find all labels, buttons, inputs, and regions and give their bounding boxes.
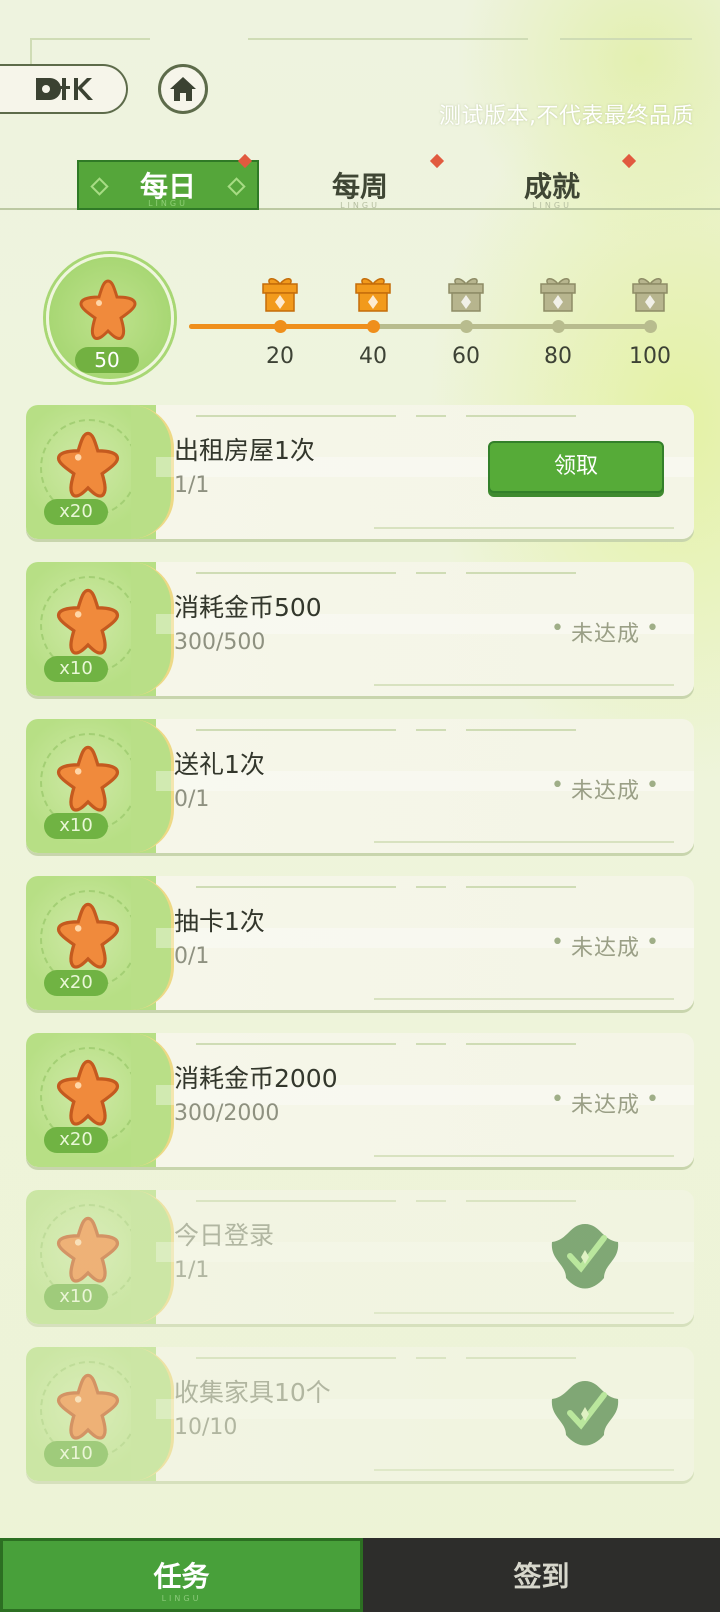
card-decor bbox=[156, 1041, 576, 1047]
milestone-label: 40 bbox=[359, 344, 387, 369]
task-progress: 300/2000 bbox=[174, 1101, 280, 1126]
status-incomplete: 未达成 bbox=[551, 616, 660, 648]
reward-multiplier: x10 bbox=[44, 1441, 108, 1467]
activity-points-medal: 50 bbox=[46, 254, 174, 382]
tab-label: 每周 bbox=[331, 170, 388, 203]
decor-line bbox=[30, 38, 150, 40]
star-icon bbox=[56, 1373, 120, 1440]
task-card: x10 今日登录 1/1 bbox=[26, 1190, 694, 1324]
card-decor bbox=[374, 684, 674, 686]
task-card: x20 消耗金币2000 300/2000 未达成 bbox=[26, 1033, 694, 1167]
task-title: 抽卡1次 bbox=[174, 907, 265, 936]
nav-signin[interactable]: 签到 bbox=[363, 1538, 720, 1612]
test-version-note: 测试版本,不代表最终品质 bbox=[439, 104, 694, 129]
home-button[interactable] bbox=[158, 64, 208, 114]
milestone-dot bbox=[552, 320, 565, 333]
task-card: x20 抽卡1次 0/1 未达成 bbox=[26, 876, 694, 1010]
status-incomplete: 未达成 bbox=[551, 930, 660, 962]
status-incomplete: 未达成 bbox=[551, 773, 660, 805]
star-icon bbox=[56, 1059, 120, 1126]
reward-multiplier: x20 bbox=[44, 499, 108, 525]
milestone-dot bbox=[644, 320, 657, 333]
card-decor bbox=[374, 1469, 674, 1471]
tab-achievements[interactable]: 成就 LINGU bbox=[492, 160, 612, 210]
nav-tasks-label: 任务 bbox=[153, 1560, 210, 1593]
milestone-label: 20 bbox=[266, 344, 294, 369]
task-progress: 1/1 bbox=[174, 1258, 210, 1283]
task-progress: 0/1 bbox=[174, 787, 210, 812]
task-title: 消耗金币500 bbox=[174, 593, 322, 622]
task-title: 今日登录 bbox=[174, 1221, 275, 1250]
gift-box-icon[interactable] bbox=[446, 274, 486, 314]
card-decor bbox=[156, 884, 576, 890]
star-icon bbox=[79, 279, 137, 340]
back-button[interactable] bbox=[0, 64, 128, 114]
gift-box-icon[interactable] bbox=[630, 274, 670, 314]
milestone-dot bbox=[460, 320, 473, 333]
gift-box-icon[interactable] bbox=[538, 274, 578, 314]
task-card: x10 消耗金币500 300/500 未达成 bbox=[26, 562, 694, 696]
reward-multiplier: x10 bbox=[44, 1284, 108, 1310]
card-decor bbox=[374, 527, 674, 529]
activity-points-count: 50 bbox=[75, 347, 139, 373]
card-decor bbox=[156, 570, 576, 576]
task-progress: 300/500 bbox=[174, 630, 266, 655]
task-progress: 10/10 bbox=[174, 1415, 238, 1440]
reward-multiplier: x20 bbox=[44, 970, 108, 996]
star-icon bbox=[56, 588, 120, 655]
diamond-icon bbox=[90, 177, 109, 196]
card-decor bbox=[156, 727, 576, 733]
diamond-icon bbox=[227, 177, 246, 196]
task-title: 出租房屋1次 bbox=[174, 436, 315, 465]
card-decor bbox=[374, 1155, 674, 1157]
tab-label: 成就 bbox=[523, 170, 580, 203]
reward-multiplier: x10 bbox=[44, 656, 108, 682]
task-card: x20 出租房屋1次 1/1 领取 bbox=[26, 405, 694, 539]
nav-signin-label: 签到 bbox=[513, 1560, 570, 1593]
task-progress: 1/1 bbox=[174, 473, 210, 498]
back-logo-icon bbox=[36, 78, 93, 100]
status-incomplete: 未达成 bbox=[551, 1087, 660, 1119]
gift-box-icon[interactable] bbox=[260, 274, 300, 314]
bottom-nav: 任务 LINGU 签到 bbox=[0, 1538, 720, 1612]
tab-sublabel: LINGU bbox=[340, 201, 380, 210]
card-decor bbox=[374, 841, 674, 843]
milestone-dot bbox=[274, 320, 287, 333]
decor-line bbox=[248, 38, 528, 40]
card-decor bbox=[156, 1198, 576, 1204]
card-decor bbox=[156, 413, 576, 419]
tab-daily[interactable]: 每日 LINGU bbox=[77, 160, 259, 210]
card-decor bbox=[374, 1312, 674, 1314]
nav-tasks-sublabel: LINGU bbox=[161, 1594, 202, 1603]
star-icon bbox=[56, 745, 120, 812]
home-icon bbox=[170, 77, 196, 101]
decor-line bbox=[560, 38, 692, 40]
reward-multiplier: x10 bbox=[44, 813, 108, 839]
task-title: 消耗金币2000 bbox=[174, 1064, 338, 1093]
tab-weekly[interactable]: 每周 LINGU bbox=[300, 160, 420, 210]
milestone-label: 80 bbox=[544, 344, 572, 369]
nav-tasks[interactable]: 任务 LINGU bbox=[0, 1538, 363, 1612]
reward-multiplier: x20 bbox=[44, 1127, 108, 1153]
card-decor bbox=[374, 998, 674, 1000]
task-title: 送礼1次 bbox=[174, 750, 265, 779]
tab-sublabel: LINGU bbox=[532, 201, 572, 210]
star-icon bbox=[56, 1216, 120, 1283]
milestone-label: 100 bbox=[629, 344, 671, 369]
star-icon bbox=[56, 902, 120, 969]
gift-box-icon[interactable] bbox=[353, 274, 393, 314]
decor-line bbox=[30, 38, 32, 66]
milestone-label: 60 bbox=[452, 344, 480, 369]
task-card: x10 收集家具10个 10/10 bbox=[26, 1347, 694, 1481]
completed-check-icon bbox=[551, 1381, 619, 1446]
card-decor bbox=[156, 1355, 576, 1361]
task-progress: 0/1 bbox=[174, 944, 210, 969]
task-title: 收集家具10个 bbox=[174, 1378, 331, 1407]
tab-sublabel: LINGU bbox=[148, 199, 188, 208]
completed-check-icon bbox=[551, 1224, 619, 1289]
star-icon bbox=[56, 431, 120, 498]
task-card: x10 送礼1次 0/1 未达成 bbox=[26, 719, 694, 853]
milestone-dot bbox=[367, 320, 380, 333]
claim-button[interactable]: 领取 bbox=[488, 441, 664, 493]
